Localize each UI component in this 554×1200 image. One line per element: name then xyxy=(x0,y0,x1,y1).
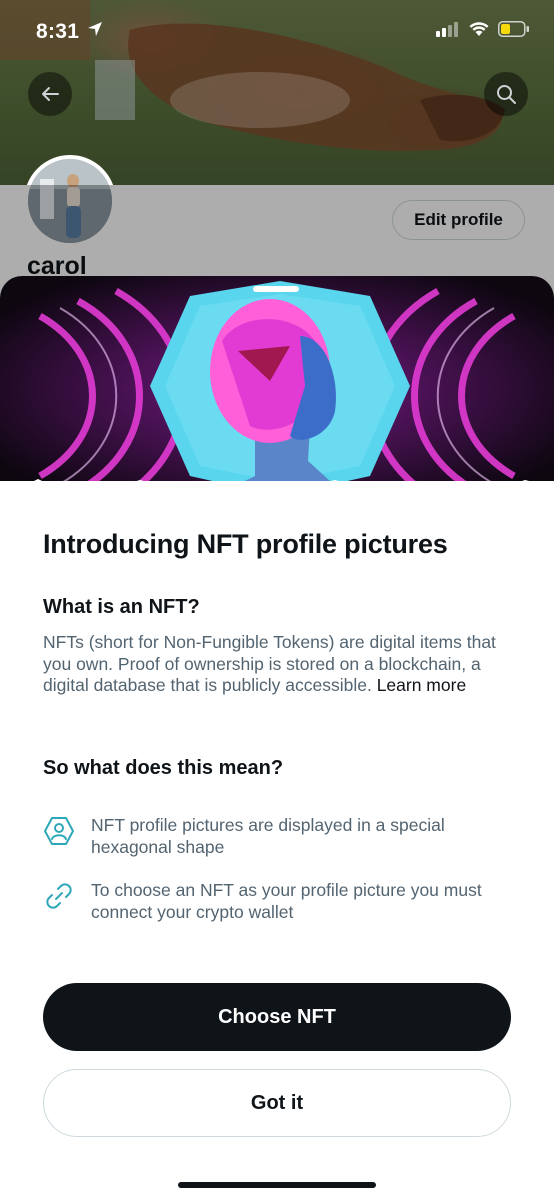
what-is-nft-body: NFTs (short for Non-Fungible Tokens) are… xyxy=(43,632,518,697)
what-is-nft-heading: What is an NFT? xyxy=(43,596,200,618)
feature-crypto-wallet: To choose an NFT as your profile picture… xyxy=(43,879,523,923)
got-it-button[interactable]: Got it xyxy=(43,1069,511,1137)
choose-nft-button[interactable]: Choose NFT xyxy=(43,983,511,1051)
nft-hero-illustration xyxy=(0,276,554,501)
status-time-text: 8:31 xyxy=(36,20,80,43)
status-indicators xyxy=(436,21,530,37)
back-button[interactable] xyxy=(28,72,72,116)
home-indicator[interactable] xyxy=(178,1182,376,1188)
hexagon-profile-icon xyxy=(44,817,74,845)
back-arrow-icon xyxy=(42,87,59,101)
sheet-title: Introducing NFT profile pictures xyxy=(43,529,448,559)
feature-hexagon-shape: NFT profile pictures are displayed in a … xyxy=(43,814,523,858)
sheet-grab-handle[interactable] xyxy=(253,286,299,292)
search-icon xyxy=(497,85,516,104)
learn-more-link[interactable]: Learn more xyxy=(377,675,467,695)
status-bar: 8:31 xyxy=(0,0,554,64)
status-time: 8:31 xyxy=(36,20,103,44)
feature-crypto-wallet-text: To choose an NFT as your profile picture… xyxy=(91,880,482,922)
battery-icon xyxy=(498,21,529,37)
what-does-this-mean-heading: So what does this mean? xyxy=(43,757,284,779)
wifi-icon xyxy=(469,22,489,36)
feature-hexagon-text: NFT profile pictures are displayed in a … xyxy=(91,815,445,857)
signal-icon xyxy=(436,22,458,37)
search-button[interactable] xyxy=(484,72,528,116)
link-icon xyxy=(46,883,72,909)
nft-intro-sheet: Introducing NFT profile pictures What is… xyxy=(0,276,554,1200)
location-arrow-icon xyxy=(88,22,103,36)
